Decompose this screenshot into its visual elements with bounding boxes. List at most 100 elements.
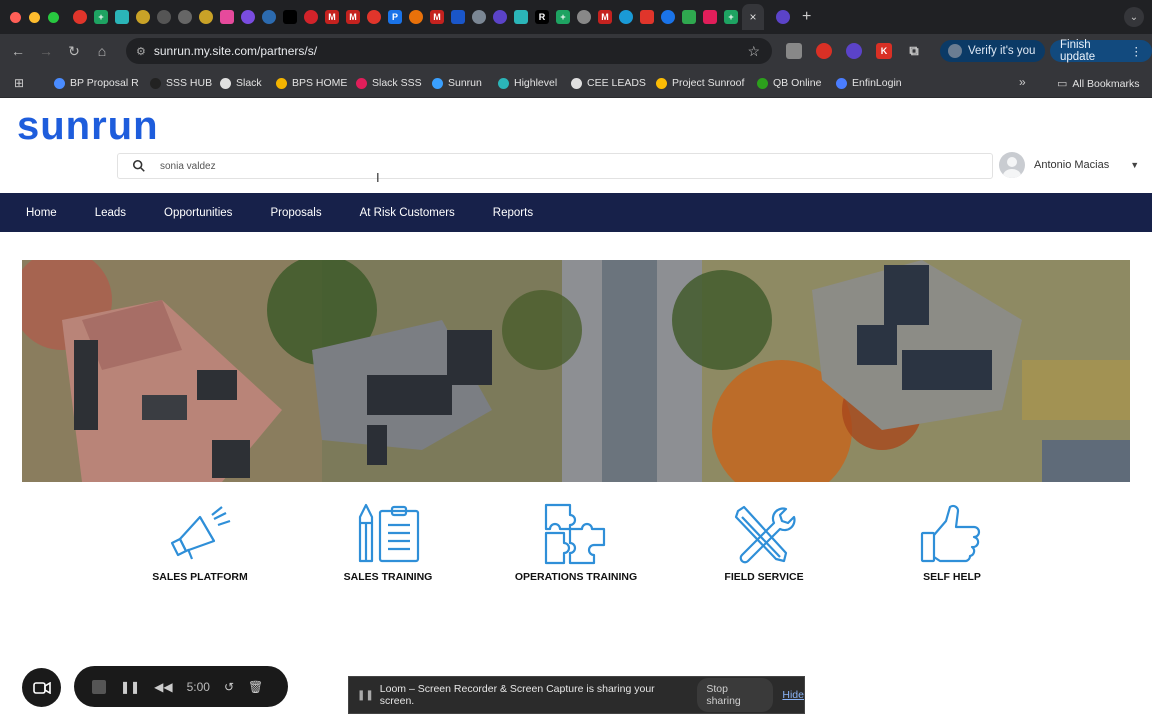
finish-update-button[interactable]: Finish update ⋮	[1050, 39, 1152, 63]
site-info-icon[interactable]: ⚙	[136, 45, 146, 58]
user-menu[interactable]: Antonio Macias ▼	[999, 152, 1139, 178]
tab-favicon[interactable]	[115, 10, 129, 24]
nav-home[interactable]: Home	[26, 207, 57, 219]
tab-favicon[interactable]	[493, 10, 507, 24]
extension-icon[interactable]	[786, 43, 802, 59]
kebab-menu-icon[interactable]: ⋮	[1131, 44, 1143, 58]
tab-favicon[interactable]: M	[346, 10, 360, 24]
tab-favicon[interactable]	[514, 10, 528, 24]
tab-favicon[interactable]	[241, 10, 255, 24]
tab-favicon[interactable]	[199, 10, 213, 24]
bookmark-item[interactable]: CEE LEADS	[571, 77, 646, 89]
extension-icon[interactable]: K	[876, 43, 892, 59]
bookmark-item[interactable]: BP Proposal R	[54, 77, 139, 89]
global-search-bar[interactable]	[117, 153, 993, 179]
tab-search-chevron-icon[interactable]: ⌄	[1124, 7, 1144, 27]
tab-favicon[interactable]	[73, 10, 87, 24]
all-bookmarks-button[interactable]: ▭ All Bookmarks	[1057, 77, 1140, 91]
bookmark-favicon-icon	[656, 77, 667, 89]
nav-opportunities[interactable]: Opportunities	[164, 207, 232, 219]
avatar[interactable]	[999, 152, 1025, 178]
tab-favicon[interactable]: P	[388, 10, 402, 24]
tab-favicon[interactable]	[682, 10, 696, 24]
bookmark-item[interactable]: Highlevel	[498, 77, 557, 89]
extension-icon[interactable]	[846, 43, 862, 59]
tab-favicon[interactable]	[157, 10, 171, 24]
tab-favicon[interactable]	[178, 10, 192, 24]
bookmark-item[interactable]: Slack SSS	[356, 77, 422, 89]
tab-favicon[interactable]	[409, 10, 423, 24]
home-icon[interactable]: ⌂	[88, 43, 116, 59]
bookmark-item[interactable]: Project Sunroof	[656, 77, 744, 89]
bookmark-item[interactable]: EnfinLogin	[836, 77, 902, 89]
tab-favicon[interactable]	[640, 10, 654, 24]
tab-favicon[interactable]	[661, 10, 675, 24]
loom-camera-button[interactable]	[22, 668, 61, 707]
rewind-icon[interactable]: ◀◀	[154, 680, 172, 694]
pause-icon[interactable]: ❚❚	[120, 680, 140, 694]
hide-link[interactable]: Hide	[782, 689, 804, 701]
tab-favicon[interactable]: M	[325, 10, 339, 24]
chevron-down-icon[interactable]: ▼	[1130, 160, 1139, 170]
restart-icon[interactable]: ↺	[224, 680, 234, 694]
field-service-tile[interactable]: FIELD SERVICE	[684, 503, 844, 583]
more-bookmarks-chevron-icon[interactable]: »	[1019, 75, 1026, 89]
tab-favicon[interactable]	[472, 10, 486, 24]
tab-favicon[interactable]	[776, 10, 790, 24]
reload-icon[interactable]: ↻	[60, 43, 88, 60]
address-bar[interactable]: ⚙ sunrun.my.site.com/partners/s/ ☆	[126, 38, 772, 64]
bookmark-item[interactable]: Slack	[220, 77, 262, 89]
tab-favicon[interactable]	[220, 10, 234, 24]
tab-favicon[interactable]	[703, 10, 717, 24]
active-tab[interactable]: ×	[742, 4, 764, 30]
tab-favicon[interactable]	[262, 10, 276, 24]
folder-icon: ▭	[1057, 78, 1068, 90]
bookmark-star-icon[interactable]: ☆	[747, 43, 760, 60]
close-tab-icon[interactable]: ×	[749, 10, 756, 24]
tab-favicon[interactable]: M	[430, 10, 444, 24]
close-window-button[interactable]	[10, 11, 21, 23]
tab-favicon[interactable]	[304, 10, 318, 24]
tab-favicon[interactable]	[283, 10, 297, 24]
sales-platform-tile[interactable]: SALES PLATFORM	[120, 503, 280, 583]
bookmark-item[interactable]: BPS HOME	[276, 77, 347, 89]
maximize-window-button[interactable]	[48, 11, 59, 23]
tab-favicon[interactable]	[367, 10, 381, 24]
sales-training-tile[interactable]: SALES TRAINING	[308, 503, 468, 583]
puzzle-extensions-icon[interactable]: ⧉	[906, 43, 922, 59]
user-name[interactable]: Antonio Macias	[1034, 159, 1109, 171]
bookmark-item[interactable]: QB Online	[757, 77, 821, 89]
nav-proposals[interactable]: Proposals	[270, 207, 321, 219]
verify-identity-button[interactable]: Verify it's you	[940, 40, 1046, 62]
tab-favicon[interactable]: M	[598, 10, 612, 24]
bookmark-favicon-icon	[220, 77, 231, 89]
tab-favicon[interactable]: +	[724, 10, 738, 24]
tab-favicon[interactable]: +	[556, 10, 570, 24]
nav-reports[interactable]: Reports	[493, 207, 533, 219]
url-text[interactable]: sunrun.my.site.com/partners/s/	[154, 44, 317, 58]
apps-grid-icon[interactable]: ⊞	[14, 76, 24, 90]
bookmark-item[interactable]: Sunrun	[432, 77, 482, 89]
tab-favicon[interactable]	[619, 10, 633, 24]
search-input[interactable]	[160, 160, 860, 172]
drag-handle-icon[interactable]: ❚❚	[357, 690, 374, 701]
nav-leads[interactable]: Leads	[95, 207, 126, 219]
back-arrow-icon[interactable]: ←	[4, 43, 32, 59]
tab-favicon[interactable]	[577, 10, 591, 24]
stop-recording-button[interactable]	[92, 679, 106, 694]
new-tab-button[interactable]: +	[802, 8, 811, 26]
self-help-tile[interactable]: SELF HELP	[872, 503, 1032, 583]
minimize-window-button[interactable]	[29, 11, 40, 23]
tab-favicon[interactable]: +	[94, 10, 108, 24]
loom-extension-icon[interactable]	[816, 43, 832, 59]
tab-favicon[interactable]: R	[535, 10, 549, 24]
operations-training-tile[interactable]: OPERATIONS TRAINING	[496, 503, 656, 583]
tab-favicon[interactable]	[136, 10, 150, 24]
sunrun-logo[interactable]: sunrun	[17, 104, 159, 149]
bookmark-item[interactable]: SSS HUB	[150, 77, 212, 89]
stop-sharing-button[interactable]: Stop sharing	[697, 678, 774, 712]
tab-favicon[interactable]	[451, 10, 465, 24]
forward-arrow-icon[interactable]: →	[32, 43, 60, 59]
trash-icon[interactable]: 🗑	[248, 680, 263, 694]
nav-at-risk-customers[interactable]: At Risk Customers	[360, 207, 455, 219]
